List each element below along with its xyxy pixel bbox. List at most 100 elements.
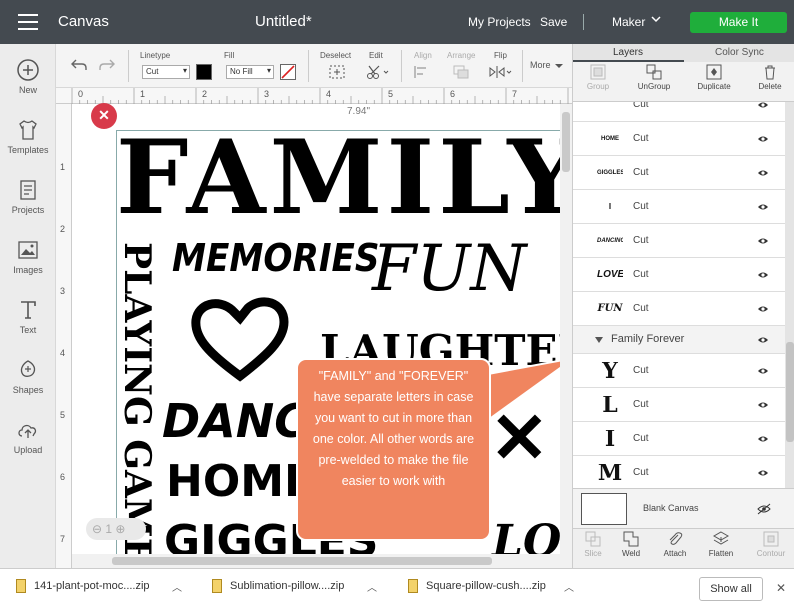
- scroll-thumb[interactable]: [562, 112, 570, 172]
- nav-text[interactable]: Text: [0, 298, 56, 335]
- download-item[interactable]: 141-plant-pot-moc....zip ︿: [16, 579, 194, 599]
- eye-icon[interactable]: [757, 335, 769, 345]
- chevron-down-icon[interactable]: [554, 62, 564, 70]
- no-fill-swatch-icon[interactable]: [280, 64, 296, 80]
- layer-row[interactable]: Cut: [573, 102, 785, 122]
- nav-label: Templates: [7, 145, 49, 155]
- nav-upload[interactable]: Upload: [0, 418, 56, 455]
- layer-row[interactable]: HOME SWEET Cut: [573, 122, 785, 156]
- layer-row[interactable]: GIGGLES Cut: [573, 156, 785, 190]
- save-link[interactable]: Save: [540, 15, 567, 29]
- make-it-button[interactable]: Make It: [690, 12, 787, 33]
- canvas-word-family[interactable]: FAMILY: [116, 118, 560, 238]
- vertical-scrollbar[interactable]: [560, 104, 572, 568]
- ruler-label: 4: [60, 348, 66, 358]
- eye-icon[interactable]: [757, 202, 769, 212]
- eye-icon[interactable]: [757, 134, 769, 144]
- eye-icon[interactable]: [757, 400, 769, 410]
- canvas-word-love[interactable]: LOVE: [492, 516, 560, 554]
- attach-button[interactable]: Attach: [655, 531, 695, 558]
- machine-select[interactable]: Maker: [612, 15, 645, 29]
- align-icon[interactable]: [412, 64, 436, 80]
- layer-thumbnail: HOME SWEET: [601, 136, 619, 142]
- delete-selection-button[interactable]: ✕: [91, 103, 117, 129]
- ungroup-button[interactable]: UnGroup: [629, 64, 679, 91]
- close-icon[interactable]: ✕: [776, 581, 786, 595]
- fill-select[interactable]: No Fill: [226, 65, 274, 79]
- linetype-select[interactable]: Cut: [142, 65, 190, 79]
- hamburger-menu-icon[interactable]: [18, 14, 38, 30]
- blank-canvas-row[interactable]: Blank Canvas: [573, 488, 794, 528]
- scroll-thumb[interactable]: [112, 557, 492, 565]
- download-item[interactable]: Sublimation-pillow....zip ︿: [212, 579, 390, 599]
- caret-down-icon[interactable]: [595, 337, 603, 343]
- eye-icon[interactable]: [757, 168, 769, 178]
- duplicate-button[interactable]: Duplicate: [689, 64, 739, 91]
- layer-row[interactable]: I Cut: [573, 190, 785, 224]
- slice-icon: [585, 531, 601, 547]
- scroll-thumb[interactable]: [786, 342, 794, 442]
- paperclip-icon: [669, 532, 683, 545]
- linetype-color-swatch[interactable]: [196, 64, 212, 80]
- horizontal-scrollbar[interactable]: [72, 554, 560, 568]
- nav-shapes[interactable]: Shapes: [0, 358, 56, 395]
- slice-button[interactable]: Slice: [573, 531, 613, 558]
- chevron-up-icon[interactable]: ︿: [367, 579, 377, 594]
- more-button[interactable]: More: [530, 60, 551, 70]
- eye-icon[interactable]: [757, 366, 769, 376]
- arrange-icon[interactable]: [452, 64, 476, 80]
- redo-icon[interactable]: [98, 58, 116, 72]
- undo-icon[interactable]: [70, 58, 88, 72]
- download-filename: 141-plant-pot-moc....zip: [34, 579, 150, 592]
- eye-hidden-icon[interactable]: [757, 503, 771, 515]
- layers-scrollbar[interactable]: [785, 102, 794, 488]
- top-bar: Canvas Untitled* My Projects Save Maker …: [0, 0, 794, 44]
- tool-label: Attach: [663, 549, 687, 558]
- flip-icon[interactable]: [488, 64, 514, 80]
- layer-label: Cut: [633, 365, 649, 376]
- layer-row[interactable]: Y Cut: [573, 354, 785, 388]
- my-projects-link[interactable]: My Projects: [468, 15, 531, 29]
- flatten-button[interactable]: Flatten: [701, 531, 741, 558]
- deselect-icon[interactable]: [328, 64, 346, 80]
- layer-row[interactable]: M Cut: [573, 456, 785, 488]
- weld-button[interactable]: Weld: [611, 531, 651, 558]
- chevron-up-icon[interactable]: ︿: [564, 579, 574, 594]
- layer-row[interactable]: L Cut: [573, 388, 785, 422]
- edit-scissors-icon[interactable]: [366, 64, 390, 80]
- nav-projects[interactable]: Projects: [0, 178, 56, 215]
- layer-row[interactable]: LOVE Cut: [573, 258, 785, 292]
- download-item[interactable]: Square-pillow-cush....zip ︿: [408, 579, 586, 599]
- layer-row[interactable]: DANCING Cut: [573, 224, 785, 258]
- canvas-word-home[interactable]: HOME: [166, 456, 314, 507]
- show-all-button[interactable]: Show all: [699, 577, 763, 601]
- chevron-up-icon[interactable]: ︿: [172, 579, 182, 594]
- tab-layers[interactable]: Layers: [613, 47, 643, 58]
- canvas-word-memories[interactable]: MEMORIES: [172, 236, 380, 280]
- group-button[interactable]: Group: [573, 64, 623, 91]
- chevron-down-icon[interactable]: [650, 13, 662, 28]
- document-title[interactable]: Untitled*: [255, 13, 312, 30]
- layer-row[interactable]: FUN Cut: [573, 292, 785, 326]
- layer-row[interactable]: I Cut: [573, 422, 785, 456]
- nav-images[interactable]: Images: [0, 238, 56, 275]
- nav-new[interactable]: New: [0, 58, 56, 95]
- eye-icon[interactable]: [757, 434, 769, 444]
- layer-group-row[interactable]: Family Forever: [573, 326, 785, 354]
- delete-button[interactable]: Delete: [745, 64, 794, 91]
- ruler-label: 0: [78, 89, 84, 99]
- contour-button[interactable]: Contour: [749, 531, 793, 558]
- eye-icon[interactable]: [757, 102, 769, 110]
- eye-icon[interactable]: [757, 236, 769, 246]
- blank-canvas-swatch[interactable]: [581, 493, 627, 525]
- eye-icon[interactable]: [757, 468, 769, 478]
- heart-icon[interactable]: [190, 294, 290, 384]
- canvas-word-fun[interactable]: FUN: [372, 232, 526, 306]
- eye-icon[interactable]: [757, 304, 769, 314]
- eye-icon[interactable]: [757, 270, 769, 280]
- tab-color-sync[interactable]: Color Sync: [715, 47, 764, 58]
- zoom-control[interactable]: ⊖ 1 ⊕: [86, 518, 146, 540]
- nav-templates[interactable]: Templates: [0, 118, 56, 155]
- canvas-word-playing-games[interactable]: PLAYING GAMES: [116, 242, 158, 554]
- flatten-icon: [713, 531, 729, 545]
